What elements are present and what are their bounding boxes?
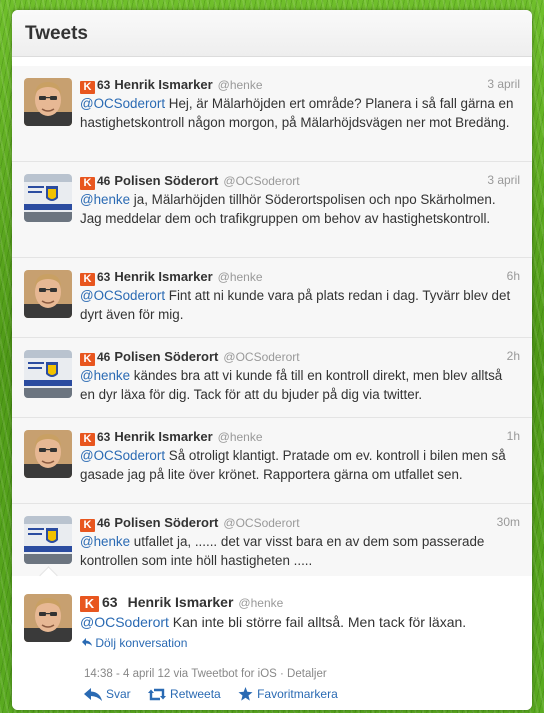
tweet-time[interactable]: 6h: [507, 269, 520, 283]
klout-icon: K: [80, 81, 95, 94]
author-name[interactable]: Polisen Söderort: [114, 349, 218, 364]
author-handle[interactable]: @OCSoderort: [223, 174, 299, 188]
author-handle[interactable]: @OCSoderort: [223, 516, 299, 530]
tweet-body: ja, Mälarhöjden tillhör Söderortspolisen…: [80, 192, 496, 226]
retweet-label: Retweeta: [170, 687, 221, 701]
tweets-panel: Tweets K 63 Henrik Ismarker @henke 3 april @O…: [12, 10, 532, 710]
tweet[interactable]: K 63 Henrik Ismarker @henke 3 april @OCSodero…: [12, 66, 532, 162]
tweet-time[interactable]: 1h: [507, 429, 520, 443]
retweet-button[interactable]: Retweeta: [148, 687, 221, 701]
tweet-text: @OCSoderort Så otroligt klantigt. Pratad…: [80, 446, 520, 484]
tweet-meta: 14:38 - 4 april 12 via Tweetbot for iOS …: [84, 668, 327, 680]
avatar[interactable]: [24, 516, 72, 564]
avatar[interactable]: [24, 78, 72, 126]
favorite-button[interactable]: Favoritmarkera: [238, 687, 338, 701]
avatar[interactable]: [24, 430, 72, 478]
avatar[interactable]: [24, 270, 72, 318]
author-handle[interactable]: @henke: [218, 78, 263, 92]
tweet-header: K 46 Polisen Söderort @OCSoderort: [80, 173, 510, 191]
mention-link[interactable]: @henke: [80, 192, 130, 207]
author-handle[interactable]: @henke: [218, 430, 263, 444]
tweet-body: utfallet ja, ...... det var visst bara e…: [80, 534, 485, 568]
hide-conversation-link[interactable]: Dölj konversation: [82, 636, 187, 650]
tweet-text: @OCSoderort Hej, är Mälarhöjden ert områ…: [80, 94, 520, 132]
author-name[interactable]: Henrik Ismarker: [114, 429, 212, 444]
tweet-time[interactable]: 2h: [507, 349, 520, 363]
favorite-label: Favoritmarkera: [257, 687, 338, 701]
reply-arrow-icon: [84, 688, 102, 701]
tweet-header: K 46 Polisen Söderort @OCSoderort: [80, 349, 510, 367]
tweet[interactable]: K 63 Henrik Ismarker @henke 6h @OCSoderort Fi…: [12, 258, 532, 338]
tweet-header: K 63 Henrik Ismarker @henke: [80, 269, 510, 287]
tweet-header: K 63 Henrik Ismarker @henke: [80, 77, 510, 95]
tweet-text: @OCSoderort Kan inte bli större fail all…: [80, 613, 520, 632]
tweet-text: @henke kändes bra att vi kunde få till e…: [80, 366, 520, 404]
klout-score: 63: [97, 430, 111, 444]
klout-icon: K: [80, 596, 99, 612]
star-icon: [238, 687, 253, 701]
mention-link[interactable]: @OCSoderort: [80, 614, 169, 630]
reply-button[interactable]: Svar: [84, 687, 131, 701]
tweet-text: @henke utfallet ja, ...... det var visst…: [80, 532, 520, 570]
avatar[interactable]: [24, 594, 72, 642]
mention-link[interactable]: @OCSoderort: [80, 96, 165, 111]
author-name[interactable]: Henrik Ismarker: [114, 77, 212, 92]
klout-score: 46: [97, 516, 111, 530]
klout-score: 63: [97, 270, 111, 284]
tweet-header: K 63 Henrik Ismarker @henke: [80, 594, 510, 612]
mention-link[interactable]: @henke: [80, 368, 130, 383]
author-handle[interactable]: @henke: [218, 270, 263, 284]
klout-score: 63: [102, 594, 118, 610]
author-name[interactable]: Polisen Söderort: [114, 515, 218, 530]
avatar[interactable]: [24, 174, 72, 222]
panel-header: Tweets: [12, 10, 532, 57]
tweet[interactable]: K 63 Henrik Ismarker @henke 1h @OCSoderort Så…: [12, 418, 532, 504]
klout-icon: K: [80, 433, 95, 446]
tweet-header: K 46 Polisen Söderort @OCSoderort: [80, 515, 510, 533]
tweet[interactable]: K 46 Polisen Söderort @OCSoderort 30m @henke …: [12, 504, 532, 584]
retweet-icon: [148, 688, 167, 701]
klout-icon: K: [80, 177, 95, 190]
mention-link[interactable]: @henke: [80, 534, 130, 549]
arrow-back-icon: [82, 638, 92, 646]
tweet-time[interactable]: 3 april: [487, 173, 520, 187]
tweet-body: kändes bra att vi kunde få till en kontr…: [80, 368, 503, 402]
author-handle[interactable]: @henke: [238, 596, 283, 610]
mention-link[interactable]: @OCSoderort: [80, 288, 165, 303]
reply-label: Svar: [106, 687, 131, 701]
klout-icon: K: [80, 353, 95, 366]
tweet-time[interactable]: 30m: [497, 515, 520, 529]
klout-score: 46: [97, 174, 111, 188]
klout-icon: K: [80, 519, 95, 532]
author-name[interactable]: Henrik Ismarker: [114, 269, 212, 284]
klout-icon: K: [80, 273, 95, 286]
panel-title: Tweets: [25, 23, 89, 44]
author-name[interactable]: Henrik Ismarker: [128, 594, 234, 610]
author-name[interactable]: Polisen Söderort: [114, 173, 218, 188]
klout-score: 63: [97, 78, 111, 92]
tweet-text: @henke ja, Mälarhöjden tillhör Söderorts…: [80, 190, 520, 228]
tweet-header: K 63 Henrik Ismarker @henke: [80, 429, 510, 447]
tweet-body: Kan inte bli större fail alltså. Men tac…: [168, 614, 467, 630]
mention-link[interactable]: @OCSoderort: [80, 448, 165, 463]
author-handle[interactable]: @OCSoderort: [223, 350, 299, 364]
hide-conversation-label: Dölj konversation: [95, 636, 188, 650]
focused-tweet[interactable]: K 63 Henrik Ismarker @henke @OCSoderort Kan…: [12, 566, 532, 710]
avatar[interactable]: [24, 350, 72, 398]
tweet-text: @OCSoderort Fint att ni kunde vara på pl…: [80, 286, 520, 324]
klout-score: 46: [97, 350, 111, 364]
tweet[interactable]: K 46 Polisen Söderort @OCSoderort 3 april @he…: [12, 162, 532, 258]
tweet[interactable]: K 46 Polisen Söderort @OCSoderort 2h @henke k…: [12, 338, 532, 418]
tweet-time[interactable]: 3 april: [487, 77, 520, 91]
tweet-actions: Svar Retweeta Favoritmarkera: [84, 687, 352, 701]
